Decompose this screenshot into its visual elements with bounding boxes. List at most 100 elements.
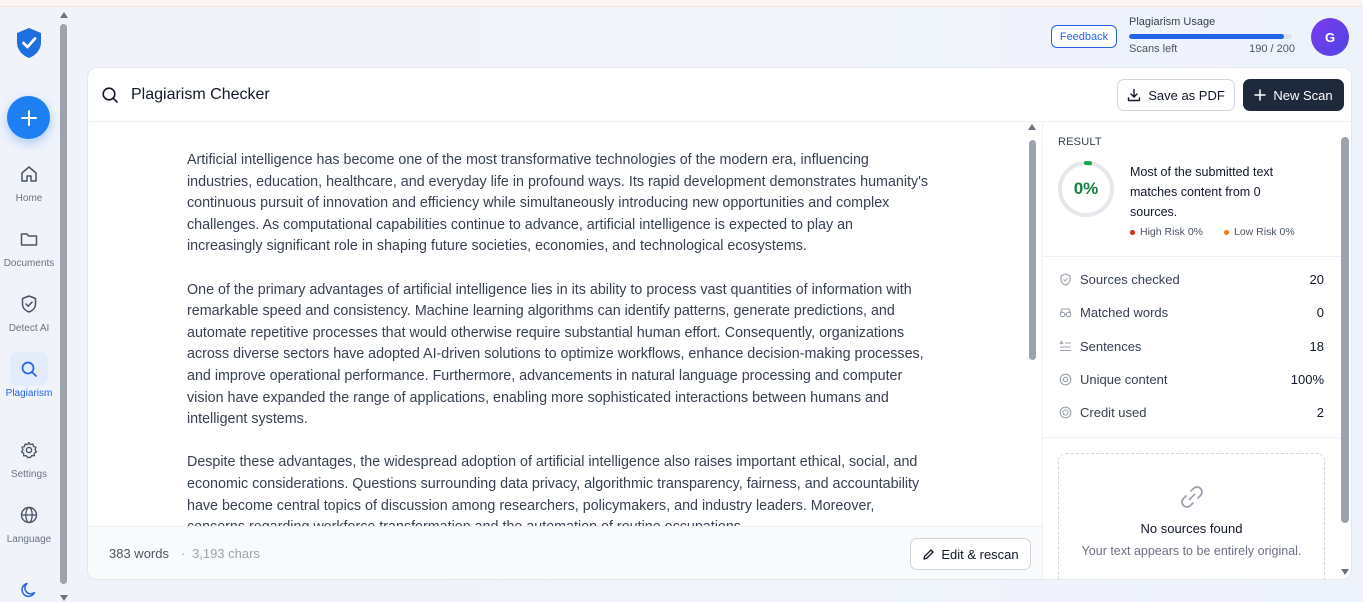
sidebar-item-label: Detect AI: [8, 323, 50, 334]
plagiarism-usage: Plagiarism Usage Scans left 190 / 200: [1129, 16, 1295, 55]
scroll-up-icon[interactable]: [60, 12, 68, 18]
stat-label: Sources checked: [1080, 272, 1180, 287]
stat-value: 100%: [1290, 372, 1324, 387]
scans-count: 190 / 200: [1249, 43, 1295, 55]
score-percent: 0%: [1073, 179, 1099, 198]
search-icon: [10, 352, 48, 386]
coin-icon: [1058, 406, 1072, 420]
sidebar-item-documents[interactable]: Documents: [0, 222, 58, 269]
word-count: 383 words: [109, 546, 169, 561]
stat-label: Unique content: [1080, 372, 1168, 387]
sidebar-item-language[interactable]: Language: [0, 498, 58, 545]
sidebar-item-plagiarism[interactable]: Plagiarism: [0, 352, 58, 399]
sidebar-item-label: Plagiarism: [5, 388, 53, 399]
stat-value: 20: [1309, 272, 1324, 287]
link-icon: [1177, 482, 1207, 517]
high-risk-label: High Risk 0%: [1140, 226, 1204, 238]
stat-sentences: Sentences 18: [1058, 339, 1324, 354]
char-count: 3,193 chars: [192, 546, 260, 561]
sidebar-scrollbar[interactable]: [60, 12, 68, 602]
new-scan-label: New Scan: [1273, 87, 1333, 103]
paragraph: Artificial intelligence has become one o…: [187, 152, 929, 255]
result-scrollbar[interactable]: [1339, 123, 1352, 580]
scroll-down-icon[interactable]: [60, 595, 68, 601]
scrollbar-thumb[interactable]: [1341, 137, 1349, 523]
plus-icon: [20, 109, 37, 126]
low-risk-dot: [1224, 229, 1229, 235]
stat-credit-used: Credit used 2: [1058, 405, 1324, 420]
glasses-icon: [1058, 306, 1072, 320]
divider: [1043, 256, 1343, 257]
folder-icon: [10, 222, 48, 256]
stat-value: 0: [1316, 305, 1324, 320]
scrollbar-thumb[interactable]: [60, 24, 67, 584]
result-panel: RESULT 0% Most of the submitted text mat…: [1042, 123, 1351, 579]
edit-rescan-label: Edit & rescan: [941, 546, 1019, 562]
edit-rescan-button[interactable]: Edit & rescan: [910, 538, 1031, 570]
usage-progress-fill: [1129, 34, 1284, 39]
no-sources-title: No sources found: [1140, 521, 1243, 536]
scrollbar-thumb[interactable]: [1029, 140, 1036, 360]
separator: ·: [181, 546, 186, 561]
low-risk-label: Low Risk 0%: [1234, 226, 1295, 238]
top-border: [0, 0, 1363, 7]
scans-left-label: Scans left: [1129, 43, 1178, 55]
stat-value: 2: [1316, 405, 1324, 420]
usage-progress-bar: [1129, 34, 1292, 39]
download-icon: [1128, 88, 1141, 102]
text-scrollbar[interactable]: [1028, 124, 1037, 524]
new-scan-button[interactable]: New Scan: [1243, 79, 1344, 111]
sidebar-item-label: Documents: [3, 258, 55, 269]
sidebar-item-label: Home: [15, 193, 43, 204]
result-message: Most of the submitted text matches conte…: [1130, 165, 1274, 219]
plagiarism-checker-card: Plagiarism Checker Save as PDF New Scan …: [87, 67, 1352, 580]
sidebar-item-label: Language: [6, 534, 52, 545]
gear-icon: [10, 433, 48, 467]
plus-icon: [1254, 89, 1267, 101]
page-title: Plagiarism Checker: [131, 86, 270, 103]
avatar[interactable]: G: [1311, 18, 1349, 56]
scroll-down-icon[interactable]: [1341, 569, 1349, 575]
sidebar: Home Documents Detect AI Plagiarism Sett…: [0, 7, 58, 602]
sidebar-item-home[interactable]: Home: [0, 157, 58, 204]
stat-label: Sentences: [1080, 339, 1142, 354]
stat-label: Matched words: [1080, 305, 1169, 320]
stat-label: Credit used: [1080, 405, 1147, 420]
sidebar-item-settings[interactable]: Settings: [0, 433, 58, 480]
stat-value: 18: [1309, 339, 1324, 354]
high-risk-dot: [1130, 229, 1135, 235]
shield-logo-icon[interactable]: [15, 27, 43, 59]
new-document-button[interactable]: [7, 96, 50, 139]
circle-dot-icon: [1058, 373, 1072, 387]
text-lines-icon: [1058, 340, 1072, 354]
paragraph: Despite these advantages, the widespread…: [187, 454, 920, 526]
low-risk-legend: Low Risk 0%: [1224, 226, 1295, 238]
paragraph: One of the primary advantages of artific…: [187, 281, 924, 428]
document-text-pane[interactable]: Artificial intelligence has become one o…: [88, 123, 1042, 526]
dark-mode-toggle[interactable]: [0, 573, 58, 602]
search-icon: [101, 86, 119, 109]
document-text: Artificial intelligence has become one o…: [187, 150, 932, 526]
result-label: RESULT: [1058, 136, 1102, 148]
scroll-up-icon[interactable]: [1028, 124, 1036, 130]
home-icon: [10, 157, 48, 191]
pencil-icon: [923, 548, 934, 560]
moon-icon: [10, 573, 48, 602]
save-as-pdf-label: Save as PDF: [1148, 87, 1225, 103]
no-sources-subtitle: Your text appears to be entirely origina…: [1081, 544, 1302, 558]
high-risk-legend: High Risk 0%: [1130, 226, 1203, 238]
save-as-pdf-button[interactable]: Save as PDF: [1117, 79, 1235, 111]
feedback-button[interactable]: Feedback: [1051, 25, 1117, 48]
globe-icon: [10, 498, 48, 532]
stat-sources-checked: Sources checked 20: [1058, 272, 1324, 287]
sidebar-item-label: Settings: [10, 469, 48, 480]
card-header: Plagiarism Checker Save as PDF New Scan: [88, 68, 1351, 122]
shield-check-icon: [10, 287, 48, 321]
shield-icon: [1058, 273, 1072, 287]
divider: [1043, 437, 1343, 438]
usage-title: Plagiarism Usage: [1129, 16, 1216, 28]
stat-matched-words: Matched words 0: [1058, 305, 1324, 320]
no-sources-box: No sources found Your text appears to be…: [1058, 453, 1325, 579]
stat-unique-content: Unique content 100%: [1058, 372, 1324, 387]
sidebar-item-detect-ai[interactable]: Detect AI: [0, 287, 58, 334]
